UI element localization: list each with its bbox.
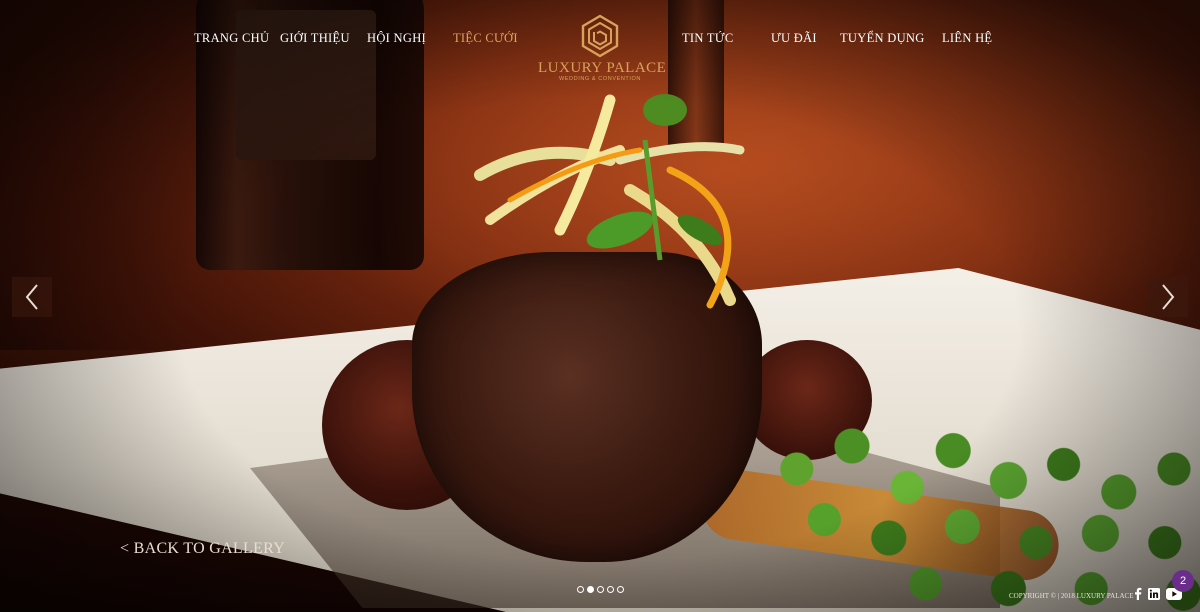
nav-item-lien-he[interactable]: LIÊN HỆ — [942, 31, 992, 46]
garnish-image — [474, 94, 745, 309]
chevron-left-icon — [25, 284, 38, 310]
slider-prev-button[interactable] — [12, 277, 52, 317]
nav-item-tuyen-dung[interactable]: TUYỂN DỤNG — [840, 31, 925, 46]
nav-item-tin-tuc[interactable]: TIN TỨC — [682, 31, 734, 46]
hexagon-logo-icon — [581, 14, 619, 58]
back-to-gallery-link[interactable]: < BACK TO GALLERY — [120, 540, 285, 558]
hero-background-image — [0, 0, 1200, 612]
slider-dot[interactable] — [597, 586, 604, 593]
nav-item-tiec-cuoi[interactable]: TIỆC CƯỚI — [453, 31, 518, 46]
slider-next-button[interactable] — [1148, 277, 1188, 317]
nav-item-uu-dai[interactable]: ƯU ĐÃI — [771, 31, 817, 46]
slider-dot-active[interactable] — [587, 586, 594, 593]
peas-image — [760, 400, 1200, 612]
logo-link[interactable]: LUXURY PALACE WEDDING & CONVENTION — [538, 14, 667, 90]
slider-dot[interactable] — [607, 586, 614, 593]
chevron-right-icon — [1162, 284, 1175, 310]
copyright-text: COPYRIGHT © | 2018 LUXURY PALACE — [1009, 592, 1134, 600]
nav-item-trang-chu[interactable]: TRANG CHỦ — [194, 31, 269, 46]
main-navigation: TRANG CHỦ GIỚI THIỆU HỘI NGHỊ TIỆC CƯỚI … — [0, 0, 1200, 90]
logo-brand-text: LUXURY PALACE — [538, 60, 667, 76]
notification-badge[interactable]: 2 — [1172, 570, 1194, 592]
facebook-icon[interactable] — [1133, 587, 1142, 600]
slider-dot[interactable] — [617, 586, 624, 593]
linkedin-icon[interactable] — [1148, 587, 1160, 600]
nav-item-gioi-thieu[interactable]: GIỚI THIỆU — [280, 31, 350, 46]
slider-pagination — [577, 586, 624, 593]
slider-dot[interactable] — [577, 586, 584, 593]
nav-item-hoi-nghi[interactable]: HỘI NGHỊ — [367, 31, 426, 46]
